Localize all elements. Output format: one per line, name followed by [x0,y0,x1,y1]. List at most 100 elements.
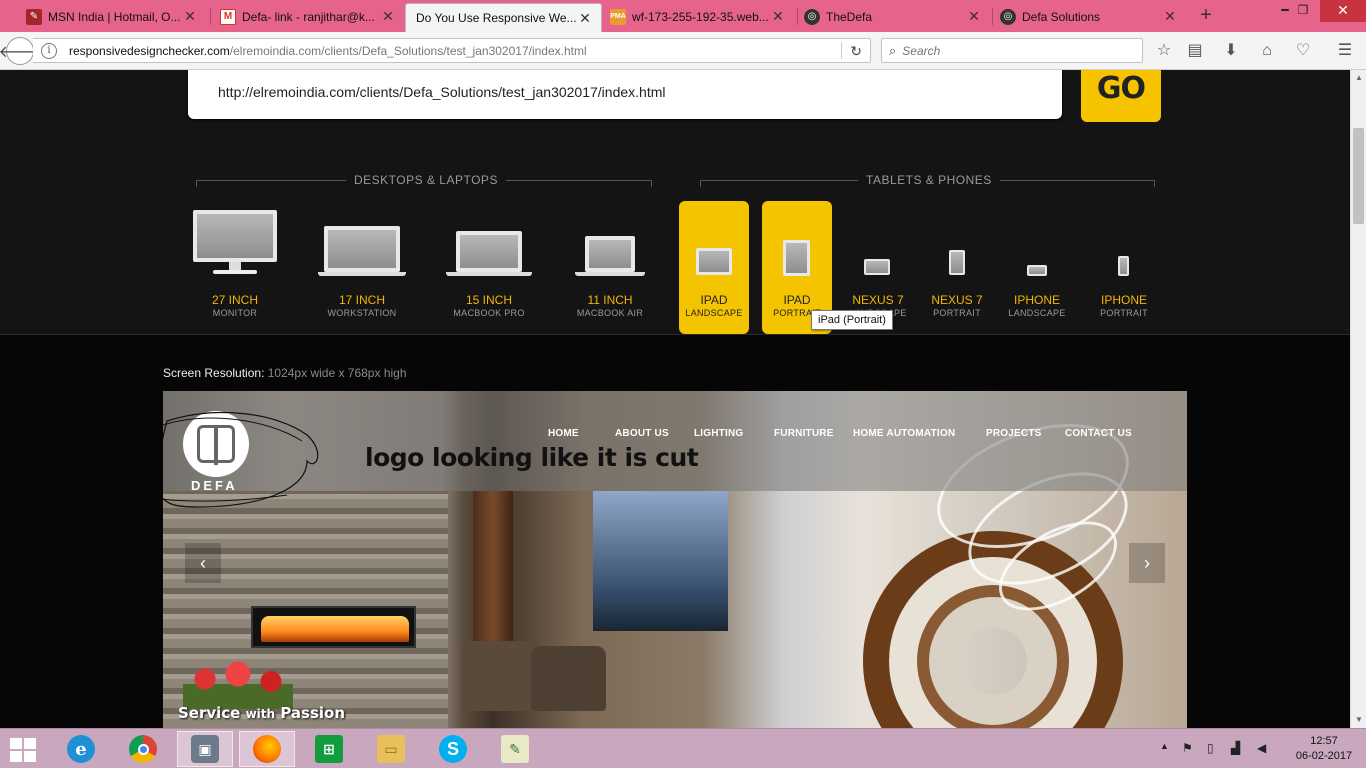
close-icon[interactable]: ✕ [1162,8,1178,25]
store-icon: ⊞ [315,735,343,763]
taskbar-file-explorer[interactable]: ▭ [363,731,419,767]
power-icon[interactable]: ▯ [1207,741,1214,755]
nav-furniture[interactable]: FURNITURE [774,428,834,439]
slider-next-button[interactable]: › [1129,543,1165,583]
tab-divider [210,8,211,25]
nav-contact-us[interactable]: CONTACT US [1065,428,1132,439]
reading-list-icon[interactable]: ▤ [1184,40,1206,62]
taskbar-store[interactable]: ⊞ [301,731,357,767]
tab-phpmyadmin[interactable]: PMA wf-173-255-192-35.web... ✕ [604,3,794,30]
site-preview-frame[interactable]: DEFA logo looking like it is cut HOME AB… [163,391,1187,728]
clock-date: 06-02-2017 [1295,750,1353,762]
pocket-icon[interactable]: ♡ [1292,40,1314,62]
download-icon[interactable]: ⬇ [1220,40,1242,62]
info-icon[interactable]: i [41,42,57,59]
volume-icon[interactable]: ◀ [1257,741,1266,755]
nav-lighting[interactable]: LIGHTING [694,428,743,439]
show-hidden-icons[interactable]: ▲ [1160,741,1169,751]
tab-title: Defa- link - ranjithar@k... [242,9,375,24]
menu-icon[interactable]: ☰ [1334,40,1356,62]
address-divider [841,42,842,59]
nav-home-automation[interactable]: HOME AUTOMATION [853,428,955,439]
defa-icon: ◎ [1000,8,1016,25]
close-icon[interactable]: ✕ [770,8,786,25]
phone-landscape-icon [1027,265,1047,276]
slider-prev-button[interactable]: ‹ [185,543,221,583]
address-bar[interactable]: i responsivedesignchecker.com/elremoindi… [33,38,871,63]
nav-home[interactable]: HOME [548,428,579,439]
bookmark-star-icon[interactable]: ☆ [1153,40,1175,62]
start-button[interactable] [8,737,38,763]
url-text: responsivedesignchecker.com/elremoindia.… [69,43,587,58]
search-icon: ⌕ [889,42,897,58]
device-ipad-landscape[interactable]: IPAD LANDSCAPE [679,201,749,348]
flag-icon[interactable]: ⚑ [1182,741,1193,755]
taskbar-firefox[interactable] [239,731,295,767]
device-iphone-landscape[interactable]: IPHONE LANDSCAPE [1002,201,1072,334]
close-icon[interactable]: ✕ [577,10,593,27]
restore-button[interactable]: ❐ [1290,0,1316,22]
tab-gmail[interactable]: M Defa- link - ranjithar@k... ✕ [214,3,404,30]
network-icon[interactable]: ▟ [1231,741,1240,755]
close-icon[interactable]: ✕ [182,8,198,25]
tablet-portrait-icon [783,240,810,276]
device-sub: WORKSTATION [327,308,397,318]
reload-icon[interactable]: ↻ [850,43,862,60]
windows-logo-icon [10,738,22,749]
laptop-icon [318,226,406,276]
page-scrollbar[interactable]: ▲ ▼ [1350,70,1366,728]
windows-taskbar: e ▣ ⊞ ▭ S ✎ ▲ ⚑ ▯ ▟ ◀ 12:57 06-02-2017 [0,728,1366,768]
device-11-inch-macbook-air[interactable]: 11 INCH MACBOOK AIR [575,201,645,334]
phone-portrait-icon [1118,256,1129,276]
device-iphone-portrait[interactable]: IPHONE PORTRAIT [1089,201,1159,334]
taskbar-chrome[interactable] [115,731,171,767]
defa-icon: ◎ [804,8,820,25]
tab-responsive-checker[interactable]: Do You Use Responsive We... ✕ [405,3,602,32]
taskbar-skype[interactable]: S [425,731,481,767]
clock-time: 12:57 [1310,735,1338,747]
notepad-icon: ✎ [501,735,529,763]
chrome-icon [129,735,157,763]
new-tab-button[interactable]: + [1196,4,1216,28]
close-icon[interactable]: ✕ [966,8,982,25]
tab-defa-solutions[interactable]: ◎ Defa Solutions ✕ [994,3,1186,30]
scroll-up-icon[interactable]: ▲ [1351,70,1366,86]
tablets-group-label: TABLETS & PHONES [858,173,1000,187]
armchair [461,641,541,711]
go-button[interactable]: GO [1081,70,1161,122]
scroll-down-icon[interactable]: ▼ [1351,712,1366,728]
tablet-landscape-icon [696,248,732,275]
search-box[interactable]: ⌕ [881,38,1143,63]
device-27-inch-monitor[interactable]: 27 INCH MONITOR [193,201,277,334]
taskbar-remote-app[interactable]: ▣ [177,731,233,767]
tab-title: wf-173-255-192-35.web... [632,9,769,24]
tab-title: MSN India | Hotmail, O... [48,9,181,24]
tablet-landscape-icon [864,259,890,275]
checker-url-input[interactable] [218,84,1038,100]
checker-url-box[interactable] [188,70,1062,119]
desktops-group-header: DESKTOPS & LAPTOPS [196,173,652,187]
nav-projects[interactable]: PROJECTS [986,428,1042,439]
nav-about-us[interactable]: ABOUT US [615,428,669,439]
device-tooltip: iPad (Portrait) [811,310,893,330]
home-icon[interactable]: ⌂ [1256,40,1278,62]
device-17-inch-workstation[interactable]: 17 INCH WORKSTATION [318,201,406,334]
taskbar-ie[interactable]: e [53,731,109,767]
scrollbar-thumb[interactable] [1353,128,1364,224]
tab-thedefa[interactable]: ◎ TheDefa ✕ [798,3,990,30]
taskbar-notepad[interactable]: ✎ [487,731,543,767]
hero-tagline: Service with Passion [178,704,346,722]
close-window-button[interactable]: ✕ [1320,0,1366,22]
folder-icon: ▭ [377,735,405,763]
search-input[interactable] [902,43,1123,58]
back-button[interactable]: 🡐 [0,37,41,65]
device-sub: MACBOOK PRO [453,308,525,318]
desktops-group-label: DESKTOPS & LAPTOPS [346,173,506,187]
system-clock[interactable]: 12:57 06-02-2017 [1294,734,1354,764]
navigation-toolbar: 🡐 i responsivedesignchecker.com/elremoin… [0,32,1366,70]
skype-icon: S [439,735,467,763]
close-icon[interactable]: ✕ [380,8,396,25]
device-15-inch-macbook-pro[interactable]: 15 INCH MACBOOK PRO [446,201,532,334]
fireplace [251,606,416,648]
tab-msn[interactable]: ✎ MSN India | Hotmail, O... ✕ [20,3,206,30]
